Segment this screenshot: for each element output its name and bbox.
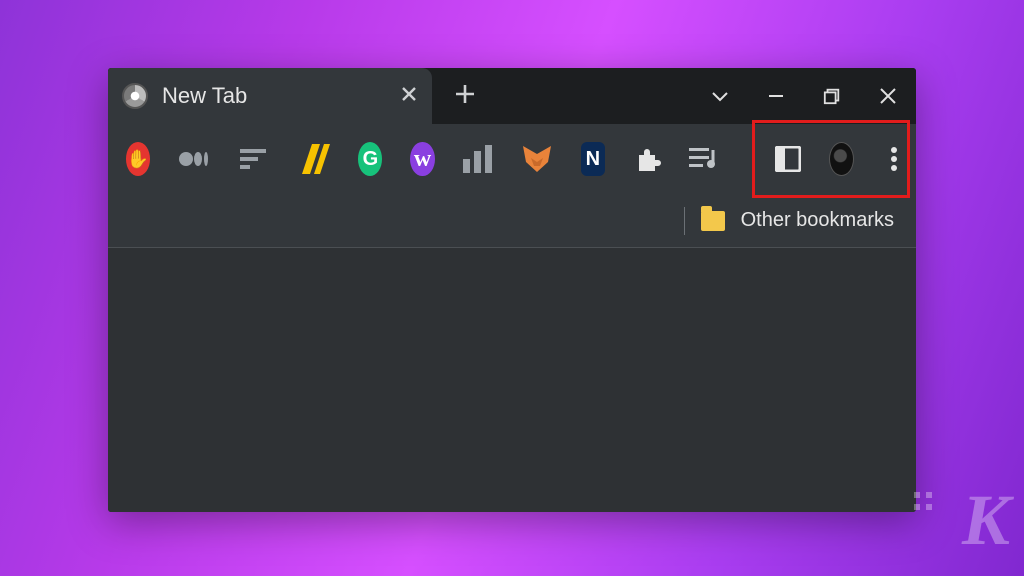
bookmarks-separator [684, 207, 685, 235]
chrome-icon [122, 83, 148, 109]
extensions-menu-icon[interactable] [633, 142, 661, 176]
watermark-k: K [962, 479, 1008, 562]
extension-grammarly-icon[interactable]: G [358, 142, 382, 176]
tab-title: New Tab [162, 83, 386, 109]
close-window-button[interactable] [860, 68, 916, 124]
tab-search-button[interactable] [692, 68, 748, 124]
extensions-toolbar: ✋ G w N [108, 124, 916, 194]
close-tab-button[interactable] [400, 83, 418, 109]
watermark-dots [914, 492, 932, 510]
extension-stripes-icon[interactable] [298, 142, 330, 176]
page-content [108, 248, 916, 512]
new-tab-area [432, 68, 498, 124]
maximize-button[interactable] [804, 68, 860, 124]
side-panel-button[interactable] [775, 142, 801, 176]
extension-gtmetrix-icon[interactable] [240, 142, 270, 176]
extension-metamask-icon[interactable] [521, 142, 553, 176]
extension-writer-icon[interactable]: w [410, 142, 434, 176]
extension-analytics-icon[interactable] [463, 142, 493, 176]
active-tab[interactable]: New Tab [108, 68, 432, 124]
chrome-menu-button[interactable] [882, 142, 906, 176]
extension-notion-icon[interactable]: N [581, 142, 605, 176]
other-bookmarks-button[interactable]: Other bookmarks [741, 209, 894, 232]
minimize-button[interactable] [748, 68, 804, 124]
folder-icon [701, 211, 725, 231]
bookmarks-bar: Other bookmarks [108, 194, 916, 248]
extension-adblock-icon[interactable]: ✋ [126, 142, 150, 176]
titlebar: New Tab [108, 68, 916, 124]
window-controls [692, 68, 916, 124]
extension-queue-icon[interactable] [689, 142, 719, 176]
browser-window: New Tab ✋ [108, 68, 916, 512]
profile-avatar-button[interactable] [829, 142, 854, 176]
new-tab-button[interactable] [454, 79, 476, 113]
extension-medium-icon[interactable] [178, 142, 212, 176]
